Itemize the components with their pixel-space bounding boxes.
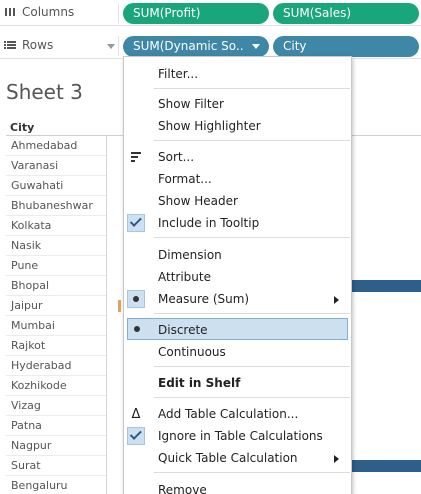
city-row[interactable]: Vizag: [6, 396, 106, 416]
menu-item-add-table-calculation[interactable]: Δ Add Table Calculation...: [124, 403, 351, 425]
pill-city[interactable]: City: [273, 36, 419, 57]
rows-icon: [4, 41, 16, 49]
shelf-dropdown-icon[interactable]: [107, 44, 115, 49]
menu-item-quick-table-calculation[interactable]: Quick Table Calculation: [124, 447, 351, 469]
city-row[interactable]: Hyderabad: [6, 356, 106, 376]
city-row[interactable]: Guwahati: [6, 176, 106, 196]
menu-item-sort-label: Sort...: [158, 150, 195, 164]
checkmark-icon: [127, 214, 145, 232]
city-row[interactable]: Pune: [6, 256, 106, 276]
city-column-header[interactable]: City: [10, 121, 34, 134]
shelf-divider: [118, 36, 119, 56]
radio-bullet-icon: [127, 290, 145, 308]
city-row[interactable]: Rajkot: [6, 336, 106, 356]
city-row[interactable]: Bhopal: [6, 276, 106, 296]
menu-item-ignore-label: Ignore in Table Calculations: [158, 429, 323, 443]
rows-shelf-label: Rows: [4, 38, 53, 52]
city-row[interactable]: Patna: [6, 416, 106, 436]
bar-mark[interactable]: [352, 460, 421, 472]
rows-label-text: Rows: [22, 38, 54, 52]
menu-separator: [154, 140, 350, 141]
menu-item-remove[interactable]: Remove: [124, 479, 351, 494]
pill-sum-sales[interactable]: SUM(Sales): [273, 3, 419, 24]
pill-caret-down-icon[interactable]: [251, 44, 260, 49]
menu-separator: [154, 397, 350, 398]
submenu-arrow-icon: [334, 455, 339, 463]
pill-sum-profit[interactable]: SUM(Profit): [123, 3, 269, 24]
menu-item-add-table-calculation-label: Add Table Calculation...: [158, 407, 299, 421]
menu-item-format[interactable]: Format...: [124, 168, 351, 190]
city-row[interactable]: Ahmedabad: [6, 136, 106, 156]
city-row[interactable]: Kozhikode: [6, 376, 106, 396]
menu-item-sort[interactable]: Sort...: [124, 146, 351, 168]
menu-item-measure[interactable]: Measure (Sum): [124, 288, 351, 310]
city-row[interactable]: Jaipur: [6, 296, 106, 316]
city-row[interactable]: Nasik: [6, 236, 106, 256]
menu-item-discrete-label: Discrete: [158, 323, 208, 337]
submenu-arrow-icon: [334, 296, 339, 304]
menu-item-show-filter[interactable]: Show Filter: [124, 93, 351, 115]
menu-item-dimension[interactable]: Dimension: [124, 244, 351, 266]
menu-item-edit-in-shelf[interactable]: Edit in Shelf: [124, 372, 351, 394]
city-row[interactable]: Bengaluru: [6, 476, 106, 494]
city-row[interactable]: Surat: [6, 456, 106, 476]
menu-separator: [154, 237, 350, 238]
sheet-title: Sheet 3: [6, 80, 83, 104]
city-row[interactable]: Kolkata: [6, 216, 106, 236]
city-list: Ahmedabad Varanasi Guwahati Bhubaneshwar…: [6, 136, 106, 494]
columns-shelf: Columns SUM(Profit) SUM(Sales): [0, 0, 421, 26]
menu-separator: [154, 88, 350, 89]
delta-icon: Δ: [131, 406, 141, 422]
menu-item-continuous[interactable]: Continuous: [124, 341, 351, 363]
columns-label-text: Columns: [22, 5, 75, 19]
sort-icon: [127, 148, 145, 166]
menu-item-attribute[interactable]: Attribute: [124, 266, 351, 288]
context-menu: Filter... Show Filter Show Highlighter S…: [123, 56, 352, 494]
row-axis-line: [106, 136, 107, 494]
city-row[interactable]: Bhubaneshwar: [6, 196, 106, 216]
menu-separator: [154, 313, 350, 314]
city-row[interactable]: Mumbai: [6, 316, 106, 336]
menu-item-show-highlighter[interactable]: Show Highlighter: [124, 115, 351, 137]
checkmark-icon: [127, 427, 145, 445]
city-row[interactable]: Varanasi: [6, 156, 106, 176]
pill-sum-dynamic-so-label: SUM(Dynamic So..: [133, 39, 244, 53]
menu-item-filter[interactable]: Filter...: [124, 63, 351, 85]
columns-shelf-label: Columns: [4, 5, 74, 19]
menu-item-show-header[interactable]: Show Header: [124, 190, 351, 212]
menu-item-quick-table-calculation-label: Quick Table Calculation: [158, 451, 298, 465]
menu-item-include-in-tooltip[interactable]: Include in Tooltip: [124, 212, 351, 234]
menu-item-discrete[interactable]: Discrete: [127, 318, 348, 340]
city-row[interactable]: Nagpur: [6, 436, 106, 456]
shelf-divider: [118, 3, 119, 23]
columns-icon: [5, 8, 15, 16]
menu-item-include-in-tooltip-label: Include in Tooltip: [158, 216, 260, 230]
orange-mark[interactable]: [118, 300, 121, 312]
radio-bullet-icon: [128, 320, 146, 338]
menu-item-measure-label: Measure (Sum): [158, 292, 250, 306]
menu-item-ignore-in-table-calculations[interactable]: Ignore in Table Calculations: [124, 425, 351, 447]
menu-separator: [154, 472, 350, 473]
pill-sum-dynamic-so[interactable]: SUM(Dynamic So..: [123, 36, 269, 57]
menu-separator: [154, 366, 350, 367]
bar-mark[interactable]: [352, 280, 421, 292]
